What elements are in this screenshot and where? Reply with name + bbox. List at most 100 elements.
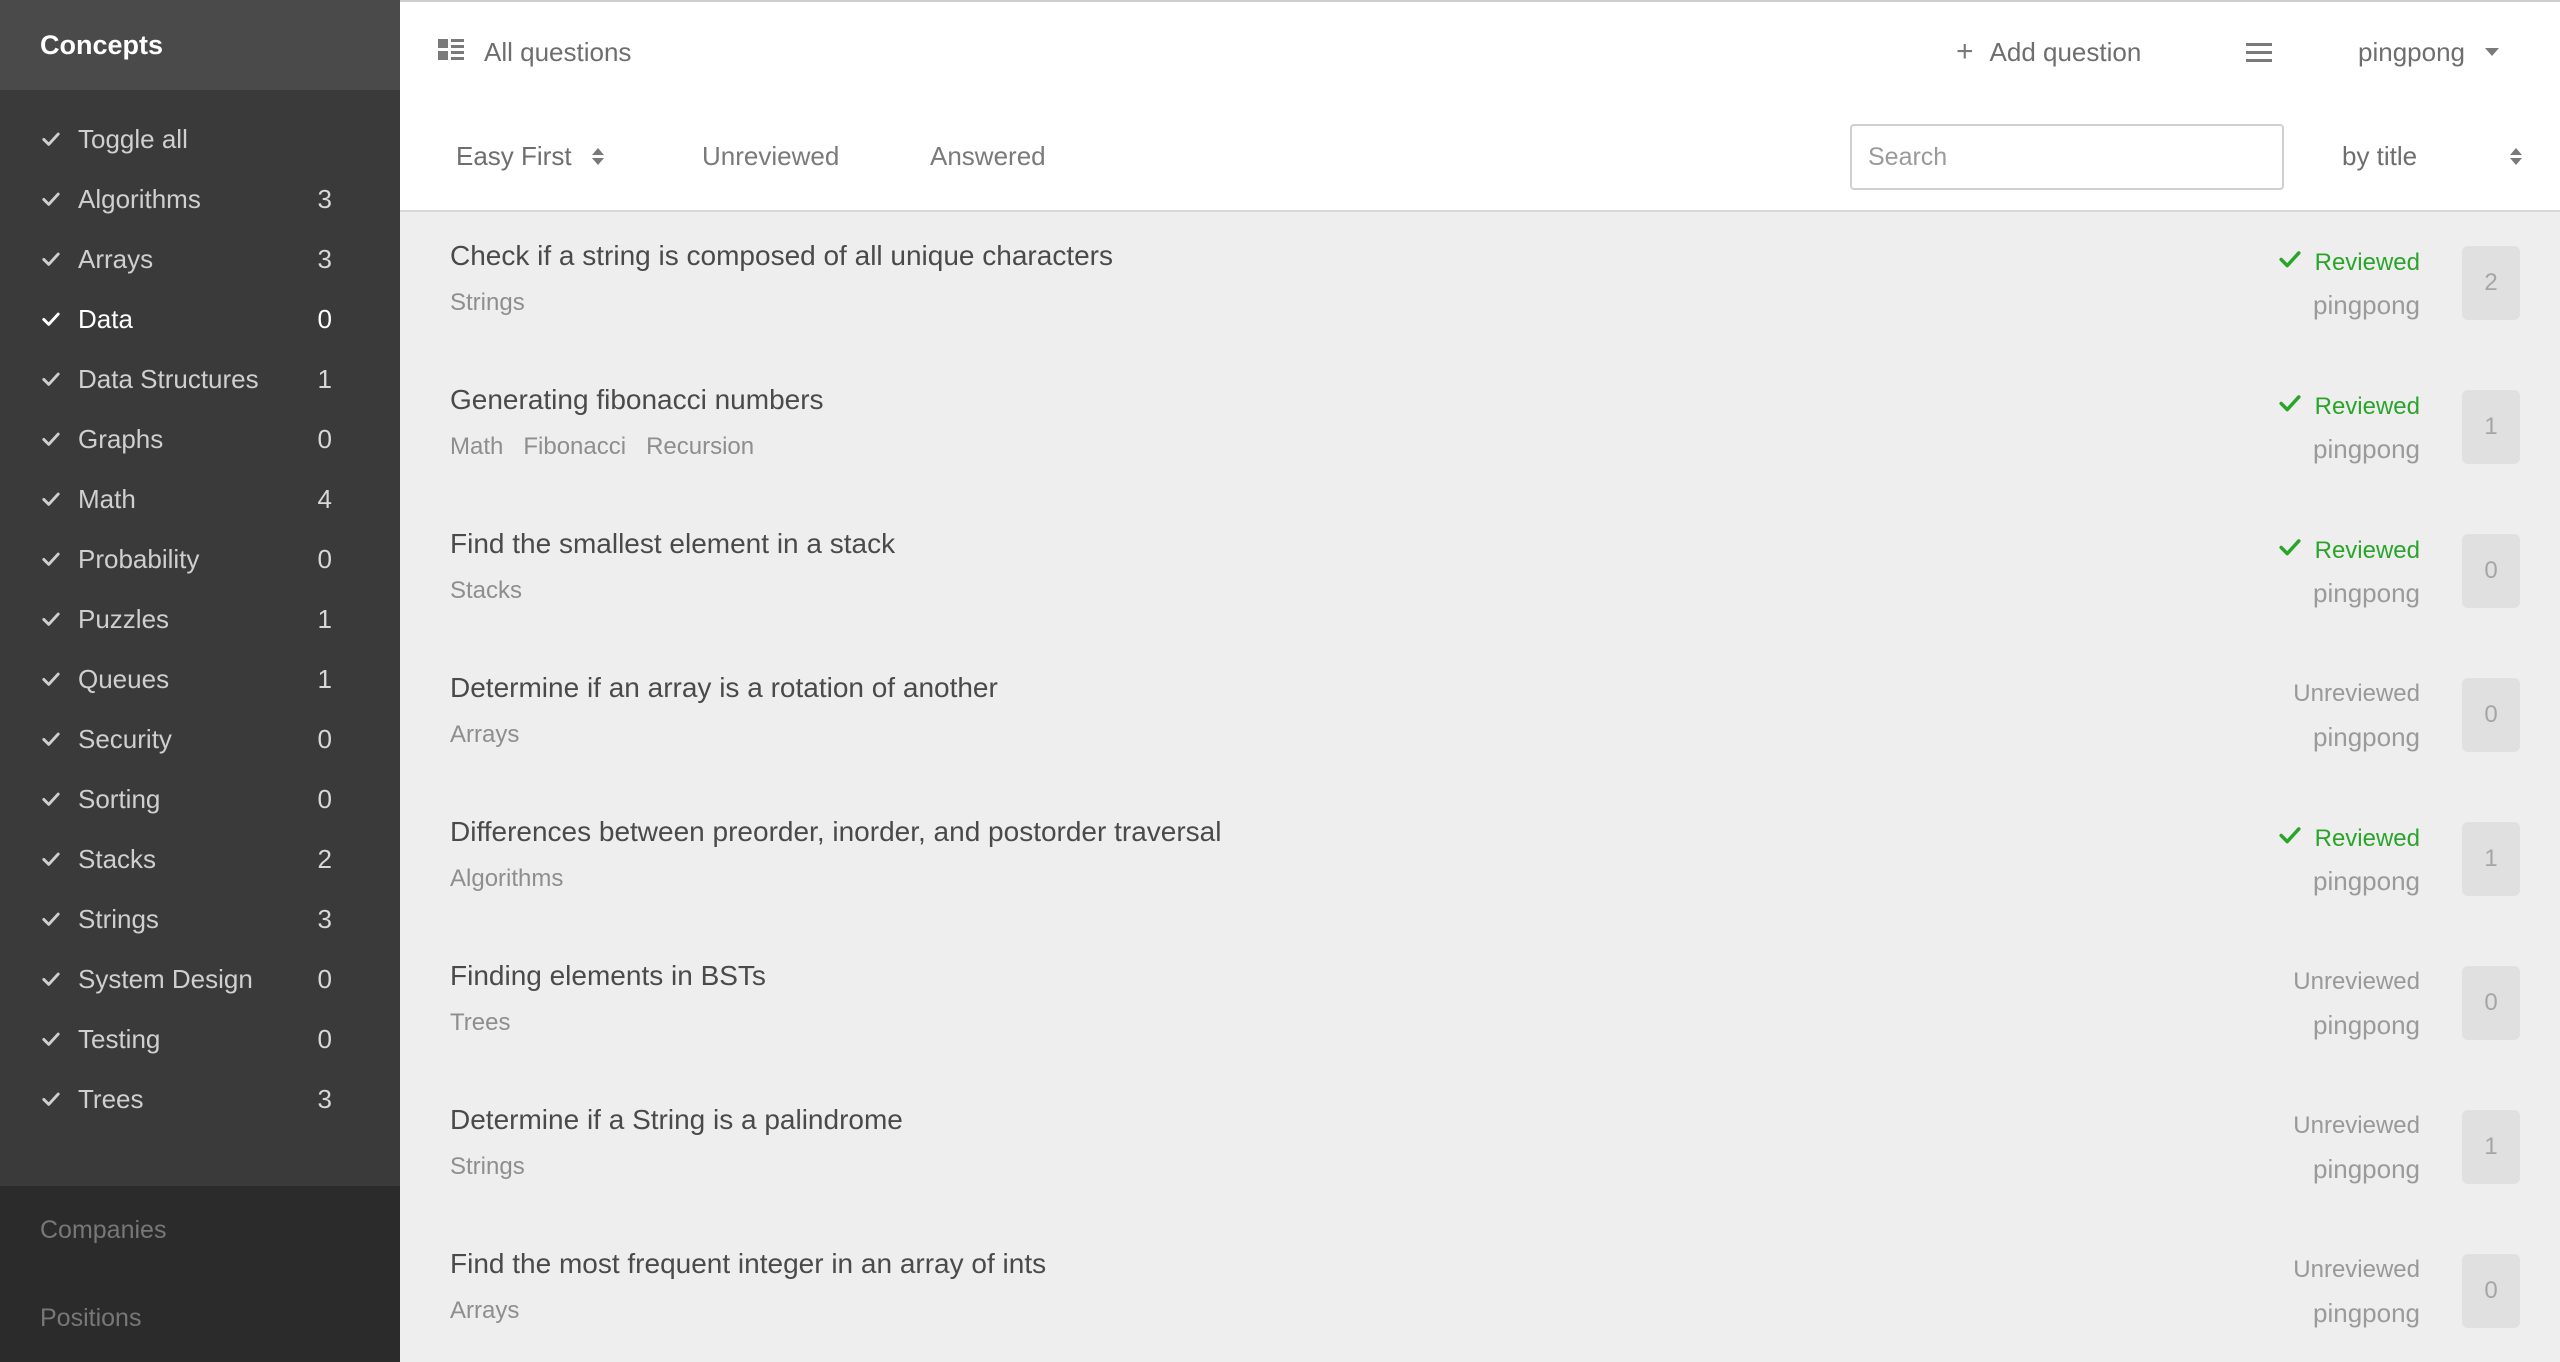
question-title[interactable]: Check if a string is composed of all uni…	[450, 240, 1113, 272]
question-tag[interactable]: Trees	[450, 1009, 510, 1037]
concept-item[interactable]: System Design 0	[0, 949, 400, 1009]
answer-count-badge: 0	[2462, 1254, 2520, 1328]
filter-bar: Easy First Unreviewed Answered by title	[400, 104, 2560, 212]
search-by-select[interactable]: by title	[2342, 104, 2522, 208]
question-tag[interactable]: Math	[450, 433, 503, 461]
question-author: pingpong	[2313, 1298, 2420, 1328]
question-title[interactable]: Find the most frequent integer in an arr…	[450, 1248, 1046, 1280]
concept-label: Strings	[78, 903, 159, 934]
check-icon	[2279, 824, 2301, 853]
check-icon	[40, 188, 62, 210]
check-icon	[40, 548, 62, 570]
question-tag[interactable]: Fibonacci	[523, 433, 626, 461]
concept-item[interactable]: Testing 0	[0, 1009, 400, 1069]
concept-item[interactable]: Puzzles 1	[0, 589, 400, 649]
question-title[interactable]: Generating fibonacci numbers	[450, 384, 824, 416]
positions-section[interactable]: Positions	[0, 1274, 400, 1362]
caret-down-icon	[2485, 48, 2499, 56]
question-row[interactable]: Find the smallest element in a stack Stac…	[400, 500, 2560, 644]
review-status-label: Reviewed	[2314, 536, 2420, 564]
concept-label: Security	[78, 723, 172, 754]
concept-item[interactable]: Stacks 2	[0, 829, 400, 889]
review-status-label: Unreviewed	[2293, 680, 2420, 707]
concept-item[interactable]: Security 0	[0, 709, 400, 769]
all-questions-label: All questions	[484, 36, 632, 67]
concept-item[interactable]: Graphs 0	[0, 409, 400, 469]
question-row[interactable]: Finding elements in BSTs Trees Unreviewed p…	[400, 932, 2560, 1076]
concept-count: 0	[317, 423, 332, 454]
concept-label: Testing	[78, 1023, 161, 1054]
question-row[interactable]: Determine if a String is a palindrome Str…	[400, 1076, 2560, 1220]
answer-count-badge: 1	[2462, 822, 2520, 896]
concept-item[interactable]: Arrays 3	[0, 229, 400, 289]
concept-label: Puzzles	[78, 603, 170, 634]
concept-item[interactable]: Data 0	[0, 289, 400, 349]
question-tag[interactable]: Arrays	[450, 721, 519, 749]
question-tag[interactable]: Stacks	[450, 577, 522, 605]
answer-count-badge: 0	[2462, 534, 2520, 608]
question-row[interactable]: Generating fibonacci numbers Math Fibonacc…	[400, 356, 2560, 500]
search-input[interactable]	[1850, 124, 2284, 190]
review-status-label: Unreviewed	[2293, 1256, 2420, 1283]
answered-filter[interactable]: Answered	[930, 104, 1046, 208]
search-by-value: by title	[2342, 140, 2418, 171]
add-question-button[interactable]: + Add question	[1956, 2, 2141, 102]
question-tag[interactable]: Algorithms	[450, 865, 563, 893]
unreviewed-filter[interactable]: Unreviewed	[702, 104, 839, 208]
sort-select[interactable]: Easy First	[456, 104, 604, 208]
concept-item[interactable]: Toggle all	[0, 109, 400, 169]
question-title[interactable]: Find the smallest element in a stack	[450, 528, 895, 560]
question-tags: Math Fibonacci Recursion	[450, 433, 754, 461]
answer-count-badge: 1	[2462, 390, 2520, 464]
question-row[interactable]: Determine if an array is a rotation of a…	[400, 644, 2560, 788]
review-status: Unreviewed	[2293, 1112, 2420, 1140]
check-icon	[40, 608, 62, 630]
add-question-label: Add question	[1989, 36, 2142, 67]
question-title[interactable]: Finding elements in BSTs	[450, 960, 766, 992]
concept-item[interactable]: Data Structures 1	[0, 349, 400, 409]
question-tag[interactable]: Arrays	[450, 1297, 519, 1325]
question-tags: Stacks	[450, 577, 522, 605]
concept-count: 3	[317, 903, 332, 934]
review-status: Unreviewed	[2293, 680, 2420, 708]
concept-item[interactable]: Queues 1	[0, 649, 400, 709]
concept-item[interactable]: Math 4	[0, 469, 400, 529]
review-status-label: Reviewed	[2314, 248, 2420, 276]
question-title[interactable]: Differences between preorder, inorder, a…	[450, 816, 1221, 848]
question-tags: Strings	[450, 289, 525, 317]
check-icon	[40, 368, 62, 390]
question-tags: Arrays	[450, 1297, 519, 1325]
companies-section[interactable]: Companies	[0, 1186, 400, 1274]
concept-item[interactable]: Sorting 0	[0, 769, 400, 829]
concept-item[interactable]: Trees 3	[0, 1069, 400, 1129]
review-status: Unreviewed	[2293, 968, 2420, 996]
answer-count-badge: 0	[2462, 966, 2520, 1040]
question-row[interactable]: Check if a string is composed of all uni…	[400, 212, 2560, 356]
concept-item[interactable]: Probability 0	[0, 529, 400, 589]
concept-label: Sorting	[78, 783, 161, 814]
concept-item[interactable]: Algorithms 3	[0, 169, 400, 229]
concept-count: 0	[317, 783, 332, 814]
check-icon	[40, 308, 62, 330]
concept-count: 0	[317, 543, 332, 574]
question-row[interactable]: Differences between preorder, inorder, a…	[400, 788, 2560, 932]
concept-item[interactable]: Strings 3	[0, 889, 400, 949]
question-tag[interactable]: Strings	[450, 1153, 525, 1181]
question-title[interactable]: Determine if an array is a rotation of a…	[450, 672, 998, 704]
user-menu-dropdown[interactable]: pingpong	[2358, 2, 2499, 102]
concept-count: 1	[317, 663, 332, 694]
question-title[interactable]: Determine if a String is a palindrome	[450, 1104, 903, 1136]
question-tag[interactable]: Strings	[450, 289, 525, 317]
plus-icon: +	[1956, 35, 1974, 68]
concept-list: Toggle all Algorithms 3 Arrays 3 Data 0 Data St…	[0, 90, 400, 1129]
sort-updown-icon	[591, 147, 604, 165]
all-questions-link[interactable]: All questions	[438, 2, 631, 102]
hamburger-menu-icon[interactable]	[2246, 40, 2272, 66]
concept-count: 2	[317, 843, 332, 874]
concept-count: 0	[317, 963, 332, 994]
question-tag[interactable]: Recursion	[646, 433, 754, 461]
top-bar: All questions + Add question pingpong	[400, 0, 2560, 104]
question-row[interactable]: Find the most frequent integer in an arr…	[400, 1220, 2560, 1362]
answer-count-badge: 0	[2462, 678, 2520, 752]
answer-count-badge: 2	[2462, 246, 2520, 320]
